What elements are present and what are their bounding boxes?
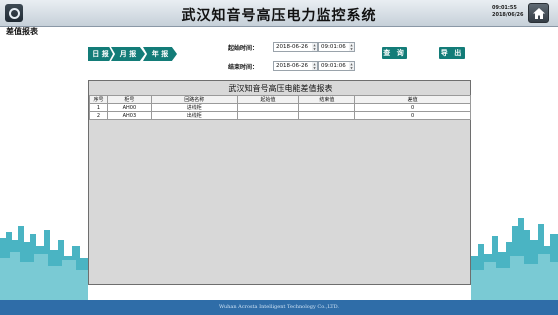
table-cell (236, 111, 300, 120)
footer-company-name: Wuhan Acrosta Intelligent Technology Co.… (218, 304, 340, 310)
column-header: 柜号 (106, 95, 152, 104)
table-cell: 出线柜 (150, 111, 238, 120)
table-row: 1 AH00 进线柜 0 (89, 103, 471, 112)
column-header: 结束值 (298, 95, 356, 104)
table-cell: AH00 (106, 103, 152, 112)
report-table: 序号 柜号 回路名称 起始值 结束值 差值 1 AH00 进线柜 0 2 AH0… (89, 95, 471, 120)
start-date-spinner[interactable]: ▲ ▼ (312, 43, 317, 51)
column-header: 起始值 (236, 95, 300, 104)
clock: 09:01:55 2018/06/26 (492, 5, 523, 19)
table-cell: 2 (89, 111, 108, 120)
tab-daily-report[interactable]: 日 报 (88, 47, 113, 61)
end-time-spinner[interactable]: ▲ ▼ (349, 62, 354, 70)
table-cell: 0 (354, 103, 471, 112)
column-header: 差值 (354, 95, 471, 104)
report-title: 武汉知音号高压电能差值报表 (228, 84, 333, 93)
table-cell (236, 103, 300, 112)
clock-date: 2018/06/26 (492, 12, 524, 18)
table-header-row: 序号 柜号 回路名称 起始值 结束值 差值 (89, 95, 471, 104)
table-cell: 1 (89, 103, 108, 112)
end-time-label: 结束时间： (228, 64, 259, 71)
table-row: 2 AH03 出线柜 0 (89, 111, 471, 120)
end-date-spinner[interactable]: ▲ ▼ (312, 62, 317, 70)
start-time-label: 起始时间： (228, 45, 259, 52)
report-panel: 武汉知音号高压电能差值报表 序号 柜号 回路名称 起始值 结束值 差值 1 AH… (88, 80, 471, 285)
clock-time: 09:01:55 (492, 5, 517, 11)
column-header: 序号 (89, 95, 108, 104)
home-button[interactable] (528, 3, 549, 23)
tab-monthly-report[interactable]: 月 报 (111, 47, 145, 61)
table-cell: AH03 (106, 111, 152, 120)
page-title: 差值报表 (6, 26, 38, 36)
table-cell: 0 (354, 111, 471, 120)
table-cell: 进线柜 (150, 103, 238, 112)
export-button[interactable]: 导 出 (439, 47, 465, 59)
app-title: 武汉知音号高压电力监控系统 (181, 8, 377, 24)
tab-yearly-report[interactable]: 年 报 (143, 47, 177, 61)
start-time-spinner[interactable]: ▲ ▼ (349, 43, 354, 51)
table-cell (298, 103, 356, 112)
column-header: 回路名称 (150, 95, 238, 104)
table-cell (298, 111, 356, 120)
footer-bar: Wuhan Acrosta Intelligent Technology Co.… (0, 300, 558, 315)
home-icon (533, 8, 545, 19)
query-button[interactable]: 查 询 (382, 47, 407, 59)
header-bar: 武汉知音号高压电力监控系统 09:01:55 2018/06/26 (0, 0, 558, 27)
